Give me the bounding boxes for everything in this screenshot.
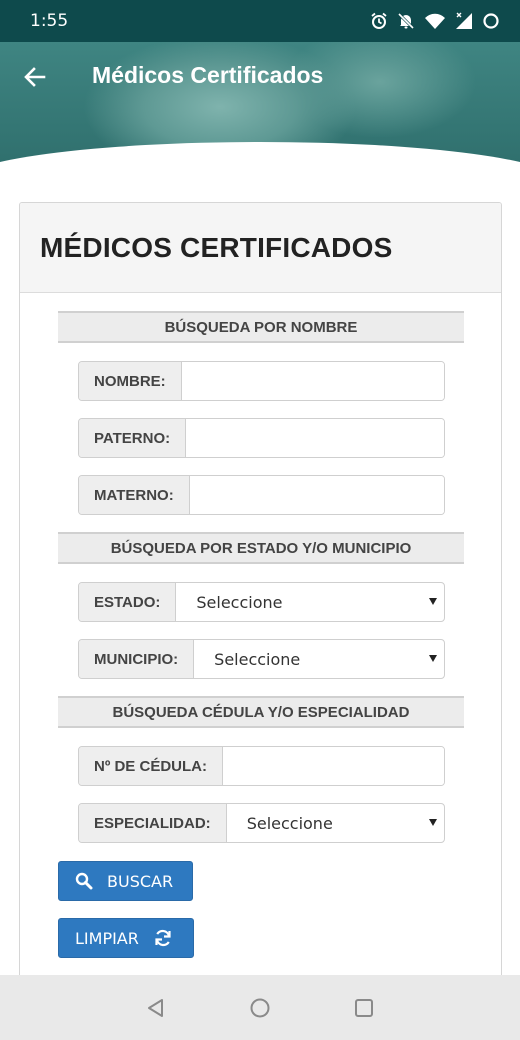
paterno-input[interactable] xyxy=(186,419,444,457)
status-bar: 1:55 xyxy=(0,0,520,42)
nombre-field: NOMBRE: xyxy=(78,361,445,401)
signal-icon xyxy=(456,12,472,29)
app-header: Médicos Certificados xyxy=(0,42,520,168)
status-time: 1:55 xyxy=(30,11,69,31)
back-triangle-icon[interactable] xyxy=(145,997,167,1019)
status-icons xyxy=(370,12,500,30)
especialidad-field: ESPECIALIDAD: Seleccione xyxy=(78,803,445,843)
especialidad-selected-value: Seleccione xyxy=(246,813,333,833)
notifications-off-icon xyxy=(397,12,415,30)
search-button-label: BUSCAR xyxy=(107,871,174,891)
clear-button[interactable]: LIMPIAR xyxy=(58,918,194,958)
search-icon xyxy=(75,872,93,890)
section-title-cedula: BÚSQUEDA CÉDULA Y/O ESPECIALIDAD xyxy=(58,696,464,728)
municipio-select[interactable]: Seleccione xyxy=(194,640,444,678)
header-curve xyxy=(0,142,520,168)
nombre-input[interactable] xyxy=(181,362,444,400)
system-nav-bar xyxy=(0,975,520,1040)
battery-icon xyxy=(483,13,499,29)
refresh-icon xyxy=(155,929,171,947)
card-header: MÉDICOS CERTIFICADOS xyxy=(20,203,501,293)
municipio-selected-value: Seleccione xyxy=(214,649,301,669)
page-title: Médicos Certificados xyxy=(92,62,324,88)
card-title: MÉDICOS CERTIFICADOS xyxy=(40,231,393,263)
estado-field: ESTADO: Seleccione xyxy=(78,582,445,622)
search-card: MÉDICOS CERTIFICADOS BÚSQUEDA POR NOMBRE… xyxy=(19,202,502,992)
arrow-left-icon[interactable] xyxy=(22,64,48,90)
alarm-icon xyxy=(371,12,387,29)
materno-field: MATERNO: xyxy=(78,475,445,515)
nombre-label: NOMBRE: xyxy=(79,362,182,400)
especialidad-select[interactable]: Seleccione xyxy=(227,804,444,842)
estado-label: ESTADO: xyxy=(79,583,177,621)
recents-square-icon[interactable] xyxy=(353,997,375,1019)
section-title-name: BÚSQUEDA POR NOMBRE xyxy=(58,311,464,343)
paterno-label: PATERNO: xyxy=(79,419,187,457)
cedula-label: Nº DE CÉDULA: xyxy=(79,747,223,785)
municipio-field: MUNICIPIO: Seleccione xyxy=(78,639,445,679)
wifi-icon xyxy=(425,13,445,29)
materno-input[interactable] xyxy=(189,476,444,514)
caret-down-icon xyxy=(429,655,437,662)
search-button[interactable]: BUSCAR xyxy=(58,861,193,901)
section-title-location: BÚSQUEDA POR ESTADO Y/O MUNICIPIO xyxy=(58,532,464,564)
materno-label: MATERNO: xyxy=(79,476,190,514)
paterno-field: PATERNO: xyxy=(78,418,445,458)
caret-down-icon xyxy=(429,598,437,605)
clear-button-label: LIMPIAR xyxy=(75,928,139,948)
caret-down-icon xyxy=(429,819,437,826)
cedula-input[interactable] xyxy=(222,747,444,785)
cedula-field: Nº DE CÉDULA: xyxy=(78,746,445,786)
home-circle-icon[interactable] xyxy=(249,997,271,1019)
municipio-label: MUNICIPIO: xyxy=(79,640,195,678)
especialidad-label: ESPECIALIDAD: xyxy=(79,804,227,842)
estado-selected-value: Seleccione xyxy=(196,592,283,612)
estado-select[interactable]: Seleccione xyxy=(176,583,444,621)
